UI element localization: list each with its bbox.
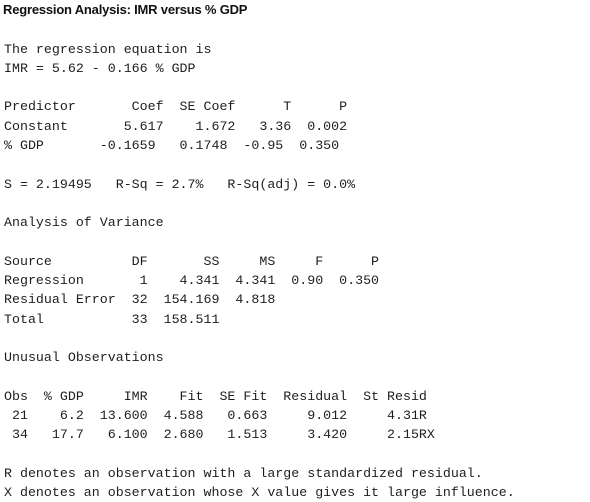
report-title: Regression Analysis: IMR versus % GDP xyxy=(3,2,248,17)
anova-row-residual-error: Residual Error 32 154.169 4.818 xyxy=(4,292,276,307)
unusual-observations-heading: Unusual Observations xyxy=(4,350,164,365)
unusual-observation-row: 34 17.7 6.100 2.680 1.513 3.420 2.15RX xyxy=(4,427,435,442)
anova-heading: Analysis of Variance xyxy=(4,215,164,230)
coefficients-row-constant: Constant 5.617 1.672 3.36 0.002 xyxy=(4,119,348,134)
note-r-residual: R denotes an observation with a large st… xyxy=(4,466,483,481)
coefficients-header: Predictor Coef SE Coef T P xyxy=(4,99,348,114)
fit-statistics: S = 2.19495 R-Sq = 2.7% R-Sq(adj) = 0.0% xyxy=(4,177,356,192)
anova-row-regression: Regression 1 4.341 4.341 0.90 0.350 xyxy=(4,273,380,288)
unusual-observations-header: Obs % GDP IMR Fit SE Fit Residual St Res… xyxy=(4,389,427,404)
equation-intro: The regression equation is xyxy=(4,42,212,57)
coefficients-row-gdp: % GDP -0.1659 0.1748 -0.95 0.350 xyxy=(4,138,340,153)
unusual-observation-row: 21 6.2 13.600 4.588 0.663 9.012 4.31R xyxy=(4,408,427,423)
anova-row-total: Total 33 158.511 xyxy=(4,312,220,327)
note-x-influence: X denotes an observation whose X value g… xyxy=(4,485,515,500)
anova-header: Source DF SS MS F P xyxy=(4,254,380,269)
regression-equation: IMR = 5.62 - 0.166 % GDP xyxy=(4,61,196,76)
